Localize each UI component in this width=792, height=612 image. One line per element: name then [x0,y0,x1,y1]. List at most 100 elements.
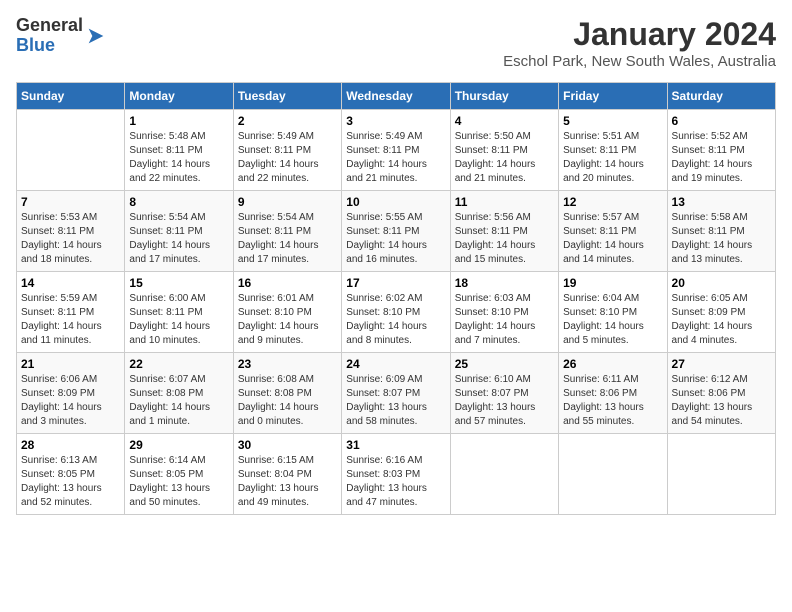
calendar-subtitle: Eschol Park, New South Wales, Australia [503,53,776,70]
calendar-cell: 26 Sunrise: 6:11 AM Sunset: 8:06 PM Dayli… [559,353,667,434]
day-number: 6 [672,114,771,128]
day-info: Sunrise: 5:59 AM Sunset: 8:11 PM Dayligh… [21,292,120,348]
header: General Blue January 2024 Eschol Park, N… [16,16,776,70]
day-info: Sunrise: 5:50 AM Sunset: 8:11 PM Dayligh… [455,130,554,186]
calendar-cell: 4 Sunrise: 5:50 AM Sunset: 8:11 PM Daylig… [450,110,558,191]
day-info: Sunrise: 6:09 AM Sunset: 8:07 PM Dayligh… [346,373,445,429]
day-header-friday: Friday [559,83,667,110]
calendar-cell: 14 Sunrise: 5:59 AM Sunset: 8:11 PM Dayli… [17,272,125,353]
day-info: Sunrise: 6:02 AM Sunset: 8:10 PM Dayligh… [346,292,445,348]
day-info: Sunrise: 5:51 AM Sunset: 8:11 PM Dayligh… [563,130,662,186]
day-info: Sunrise: 5:53 AM Sunset: 8:11 PM Dayligh… [21,211,120,267]
week-row-3: 14 Sunrise: 5:59 AM Sunset: 8:11 PM Dayli… [17,272,776,353]
day-number: 3 [346,114,445,128]
week-row-1: 1 Sunrise: 5:48 AM Sunset: 8:11 PM Daylig… [17,110,776,191]
day-number: 24 [346,357,445,371]
day-number: 20 [672,276,771,290]
day-number: 25 [455,357,554,371]
calendar-cell [17,110,125,191]
day-info: Sunrise: 6:12 AM Sunset: 8:06 PM Dayligh… [672,373,771,429]
day-info: Sunrise: 5:52 AM Sunset: 8:11 PM Dayligh… [672,130,771,186]
title-section: January 2024 Eschol Park, New South Wale… [503,16,776,70]
logo-general: General [16,16,83,36]
calendar-cell: 23Sunrise: 6:08 AM Sunset: 8:08 PM Dayli… [233,353,341,434]
calendar-table: SundayMondayTuesdayWednesdayThursdayFrid… [16,82,776,515]
day-number: 1 [129,114,228,128]
day-header-tuesday: Tuesday [233,83,341,110]
day-number: 30 [238,438,337,452]
logo: General Blue [16,16,107,56]
calendar-cell: 18 Sunrise: 6:03 AM Sunset: 8:10 PM Dayli… [450,272,558,353]
calendar-cell: 22Sunrise: 6:07 AM Sunset: 8:08 PM Dayli… [125,353,233,434]
day-info: Sunrise: 6:10 AM Sunset: 8:07 PM Dayligh… [455,373,554,429]
day-info: Sunrise: 6:08 AM Sunset: 8:08 PM Dayligh… [238,373,337,429]
calendar-cell: 3 Sunrise: 5:49 AM Sunset: 8:11 PM Daylig… [342,110,450,191]
day-info: Sunrise: 6:06 AM Sunset: 8:09 PM Dayligh… [21,373,120,429]
day-header-monday: Monday [125,83,233,110]
calendar-cell: 10 Sunrise: 5:55 AM Sunset: 8:11 PM Dayli… [342,191,450,272]
logo-blue: Blue [16,36,83,56]
day-info: Sunrise: 6:04 AM Sunset: 8:10 PM Dayligh… [563,292,662,348]
calendar-cell: 24 Sunrise: 6:09 AM Sunset: 8:07 PM Dayli… [342,353,450,434]
calendar-cell: 25 Sunrise: 6:10 AM Sunset: 8:07 PM Dayli… [450,353,558,434]
calendar-cell: 17 Sunrise: 6:02 AM Sunset: 8:10 PM Dayli… [342,272,450,353]
calendar-cell: 28Sunrise: 6:13 AM Sunset: 8:05 PM Dayli… [17,434,125,515]
day-number: 17 [346,276,445,290]
day-info: Sunrise: 5:57 AM Sunset: 8:11 PM Dayligh… [563,211,662,267]
day-number: 8 [129,195,228,209]
day-info: Sunrise: 6:14 AM Sunset: 8:05 PM Dayligh… [129,454,228,510]
day-header-saturday: Saturday [667,83,775,110]
calendar-cell: 8 Sunrise: 5:54 AM Sunset: 8:11 PM Daylig… [125,191,233,272]
calendar-cell: 27 Sunrise: 6:12 AM Sunset: 8:06 PM Dayli… [667,353,775,434]
calendar-cell: 20 Sunrise: 6:05 AM Sunset: 8:09 PM Dayli… [667,272,775,353]
calendar-cell: 5 Sunrise: 5:51 AM Sunset: 8:11 PM Daylig… [559,110,667,191]
calendar-cell [667,434,775,515]
week-row-4: 21 Sunrise: 6:06 AM Sunset: 8:09 PM Dayli… [17,353,776,434]
calendar-cell: 29Sunrise: 6:14 AM Sunset: 8:05 PM Dayli… [125,434,233,515]
calendar-cell: 15 Sunrise: 6:00 AM Sunset: 8:11 PM Dayli… [125,272,233,353]
calendar-cell: 30Sunrise: 6:15 AM Sunset: 8:04 PM Dayli… [233,434,341,515]
week-row-2: 7Sunrise: 5:53 AM Sunset: 8:11 PM Daylig… [17,191,776,272]
day-number: 4 [455,114,554,128]
day-info: Sunrise: 5:49 AM Sunset: 8:11 PM Dayligh… [346,130,445,186]
day-info: Sunrise: 6:05 AM Sunset: 8:09 PM Dayligh… [672,292,771,348]
day-number: 14 [21,276,120,290]
day-number: 12 [563,195,662,209]
day-number: 2 [238,114,337,128]
day-info: Sunrise: 5:48 AM Sunset: 8:11 PM Dayligh… [129,130,228,186]
day-number: 18 [455,276,554,290]
calendar-cell: 13 Sunrise: 5:58 AM Sunset: 8:11 PM Dayli… [667,191,775,272]
day-info: Sunrise: 6:00 AM Sunset: 8:11 PM Dayligh… [129,292,228,348]
calendar-cell: 19 Sunrise: 6:04 AM Sunset: 8:10 PM Dayli… [559,272,667,353]
calendar-cell: 31Sunrise: 6:16 AM Sunset: 8:03 PM Dayli… [342,434,450,515]
calendar-cell: 2Sunrise: 5:49 AM Sunset: 8:11 PM Daylig… [233,110,341,191]
day-number: 19 [563,276,662,290]
day-header-sunday: Sunday [17,83,125,110]
day-number: 31 [346,438,445,452]
logo-arrow-icon [85,25,107,47]
day-number: 9 [238,195,337,209]
day-info: Sunrise: 6:11 AM Sunset: 8:06 PM Dayligh… [563,373,662,429]
day-number: 27 [672,357,771,371]
day-number: 16 [238,276,337,290]
day-number: 26 [563,357,662,371]
calendar-cell: 6 Sunrise: 5:52 AM Sunset: 8:11 PM Daylig… [667,110,775,191]
day-number: 5 [563,114,662,128]
day-number: 15 [129,276,228,290]
calendar-cell: 12 Sunrise: 5:57 AM Sunset: 8:11 PM Dayli… [559,191,667,272]
day-header-wednesday: Wednesday [342,83,450,110]
logo-text: General Blue [16,16,83,56]
calendar-title: January 2024 [503,16,776,53]
day-info: Sunrise: 5:54 AM Sunset: 8:11 PM Dayligh… [129,211,228,267]
day-number: 13 [672,195,771,209]
day-info: Sunrise: 5:58 AM Sunset: 8:11 PM Dayligh… [672,211,771,267]
calendar-cell: 21 Sunrise: 6:06 AM Sunset: 8:09 PM Dayli… [17,353,125,434]
day-number: 21 [21,357,120,371]
day-number: 10 [346,195,445,209]
calendar-body: 1 Sunrise: 5:48 AM Sunset: 8:11 PM Daylig… [17,110,776,515]
week-row-5: 28Sunrise: 6:13 AM Sunset: 8:05 PM Dayli… [17,434,776,515]
day-info: Sunrise: 5:54 AM Sunset: 8:11 PM Dayligh… [238,211,337,267]
day-number: 28 [21,438,120,452]
day-info: Sunrise: 5:55 AM Sunset: 8:11 PM Dayligh… [346,211,445,267]
day-info: Sunrise: 6:03 AM Sunset: 8:10 PM Dayligh… [455,292,554,348]
